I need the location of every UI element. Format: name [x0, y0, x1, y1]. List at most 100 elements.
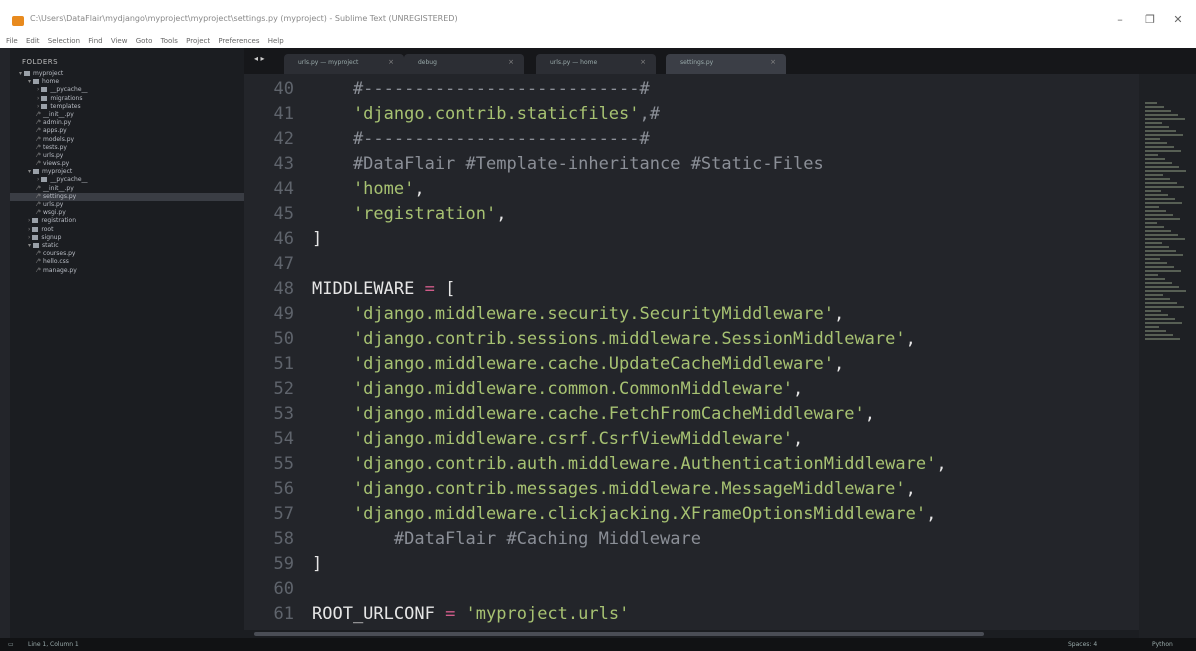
- menu-preferences[interactable]: Preferences: [218, 34, 259, 48]
- minimap-line: [1145, 254, 1183, 256]
- chevron-down-icon[interactable]: ▾: [28, 78, 31, 85]
- folder-icon: [24, 71, 31, 76]
- menu-edit[interactable]: Edit: [26, 34, 40, 48]
- tree-item-label: root: [41, 225, 54, 233]
- code-line[interactable]: 42 #---------------------------#: [244, 127, 1139, 151]
- close-icon[interactable]: ×: [770, 58, 776, 66]
- code-token: ,: [793, 379, 804, 399]
- editor-tab[interactable]: urls.py — home ×: [536, 54, 656, 74]
- menu-help[interactable]: Help: [268, 34, 284, 48]
- chevron-right-icon[interactable]: ›: [37, 86, 39, 93]
- chevron-right-icon[interactable]: ›: [37, 103, 39, 110]
- code-line[interactable]: 53 'django.middleware.cache.FetchFromCac…: [244, 402, 1139, 426]
- code-line[interactable]: 40 #---------------------------#: [244, 77, 1139, 101]
- tree-item[interactable]: ⁄* views.py: [10, 160, 244, 168]
- tree-item[interactable]: › templates: [10, 103, 244, 111]
- tree-item[interactable]: › __pycache__: [10, 86, 244, 94]
- tree-item[interactable]: › signup: [10, 234, 244, 242]
- minimap-line: [1145, 182, 1177, 184]
- editor-tab[interactable]: urls.py — myproject ×: [284, 54, 404, 74]
- tree-item[interactable]: ⁄* apps.py: [10, 127, 244, 135]
- folder-icon: [32, 218, 39, 224]
- code-text: 'django.contrib.sessions.middleware.Sess…: [312, 327, 916, 351]
- editor-tab[interactable]: settings.py ×: [666, 54, 786, 74]
- file-icon: ⁄*: [37, 266, 42, 274]
- tree-item[interactable]: › root: [10, 226, 244, 234]
- menu-goto[interactable]: Goto: [136, 34, 153, 48]
- syntax-mode[interactable]: Python: [1152, 641, 1173, 648]
- menu-project[interactable]: Project: [186, 34, 210, 48]
- minimap-line: [1145, 266, 1174, 268]
- title-bar: C:\Users\DataFlair\mydjango\myproject\my…: [0, 0, 1196, 34]
- code-line[interactable]: 57 'django.middleware.clickjacking.XFram…: [244, 502, 1139, 526]
- chevron-right-icon[interactable]: ›: [28, 226, 30, 233]
- tree-item[interactable]: ⁄* __init__.py: [10, 111, 244, 119]
- tree-item[interactable]: ▾ myproject: [10, 168, 244, 176]
- close-icon[interactable]: ×: [640, 58, 646, 66]
- code-line[interactable]: 47: [244, 252, 1139, 276]
- tree-item[interactable]: ⁄* settings.py: [10, 192, 244, 201]
- menu-file[interactable]: File: [6, 34, 18, 48]
- tree-item[interactable]: ▾ static: [10, 242, 244, 250]
- chevron-down-icon[interactable]: ▾: [19, 70, 22, 77]
- minimize-button[interactable]: –: [1110, 10, 1130, 30]
- code-line[interactable]: 56 'django.contrib.messages.middleware.M…: [244, 477, 1139, 501]
- chevron-right-icon[interactable]: ›: [37, 95, 39, 102]
- chevron-right-icon[interactable]: ›: [28, 217, 30, 224]
- tree-item[interactable]: ⁄* urls.py: [10, 201, 244, 209]
- code-line[interactable]: 46]: [244, 227, 1139, 251]
- code-line[interactable]: 50 'django.contrib.sessions.middleware.S…: [244, 327, 1139, 351]
- code-line[interactable]: 61 ROOT_URLCONF = 'myproject.urls': [244, 602, 1139, 626]
- tree-item[interactable]: ▾ home: [10, 78, 244, 86]
- tree-item[interactable]: ⁄* manage.py: [10, 267, 244, 275]
- menu-tools[interactable]: Tools: [161, 34, 178, 48]
- code-line[interactable]: 43 #DataFlair #Template-inheritance #Sta…: [244, 152, 1139, 176]
- code-line[interactable]: 44 'home',: [244, 177, 1139, 201]
- tree-item[interactable]: › migrations: [10, 95, 244, 103]
- code-line[interactable]: 59]: [244, 552, 1139, 576]
- tab-nav-arrows[interactable]: ◂ ▸: [254, 54, 265, 63]
- chevron-down-icon[interactable]: ▾: [28, 242, 31, 249]
- tree-item[interactable]: ⁄* hello.css: [10, 258, 244, 266]
- tree-item[interactable]: ⁄* wsgi.py: [10, 209, 244, 217]
- menu-selection[interactable]: Selection: [48, 34, 80, 48]
- code-line[interactable]: 48 MIDDLEWARE = [: [244, 277, 1139, 301]
- tree-item[interactable]: ⁄* models.py: [10, 136, 244, 144]
- code-text: 'django.contrib.staticfiles',#: [312, 102, 660, 126]
- scrollbar-thumb[interactable]: [254, 632, 984, 636]
- tree-item-label: urls.py: [43, 151, 64, 159]
- tree-item[interactable]: › registration: [10, 217, 244, 225]
- code-line[interactable]: 49 'django.middleware.security.SecurityM…: [244, 302, 1139, 326]
- minimap[interactable]: [1139, 74, 1196, 638]
- close-icon[interactable]: ×: [508, 58, 514, 66]
- chevron-down-icon[interactable]: ▾: [28, 168, 31, 175]
- tree-item[interactable]: ⁄* urls.py: [10, 152, 244, 160]
- indentation-setting[interactable]: Spaces: 4: [1068, 641, 1097, 648]
- code-line[interactable]: 41 'django.contrib.staticfiles',#: [244, 102, 1139, 126]
- tree-item[interactable]: ⁄* tests.py: [10, 144, 244, 152]
- code-line[interactable]: 45 'registration',: [244, 202, 1139, 226]
- close-icon[interactable]: ×: [388, 58, 394, 66]
- maximize-button[interactable]: ❐: [1140, 10, 1160, 30]
- code-line[interactable]: 58 #DataFlair #Caching Middleware: [244, 527, 1139, 551]
- code-line[interactable]: 55 'django.contrib.auth.middleware.Authe…: [244, 452, 1139, 476]
- code-line[interactable]: 52 'django.middleware.common.CommonMiddl…: [244, 377, 1139, 401]
- code-line[interactable]: 54 'django.middleware.csrf.CsrfViewMiddl…: [244, 427, 1139, 451]
- chevron-right-icon[interactable]: ›: [37, 176, 39, 183]
- horizontal-scrollbar[interactable]: [244, 630, 1139, 638]
- close-button[interactable]: ✕: [1168, 10, 1188, 30]
- chevron-right-icon[interactable]: ›: [28, 234, 30, 241]
- menu-view[interactable]: View: [111, 34, 128, 48]
- code-editor[interactable]: 40 #---------------------------# 41 'djan…: [244, 74, 1139, 630]
- code-line[interactable]: 60: [244, 577, 1139, 601]
- tree-item[interactable]: ⁄* admin.py: [10, 119, 244, 127]
- editor-tab[interactable]: debug ×: [404, 54, 524, 74]
- file-icon: ⁄*: [37, 110, 42, 118]
- tree-item[interactable]: ▾ myproject: [10, 70, 244, 78]
- tree-item[interactable]: ⁄* courses.py: [10, 250, 244, 258]
- tree-item[interactable]: ⁄* __init__.py: [10, 185, 244, 193]
- menu-find[interactable]: Find: [88, 34, 102, 48]
- tree-item-label: static: [42, 241, 59, 249]
- code-line[interactable]: 51 'django.middleware.cache.UpdateCacheM…: [244, 352, 1139, 376]
- tree-item[interactable]: › __pycache__: [10, 176, 244, 184]
